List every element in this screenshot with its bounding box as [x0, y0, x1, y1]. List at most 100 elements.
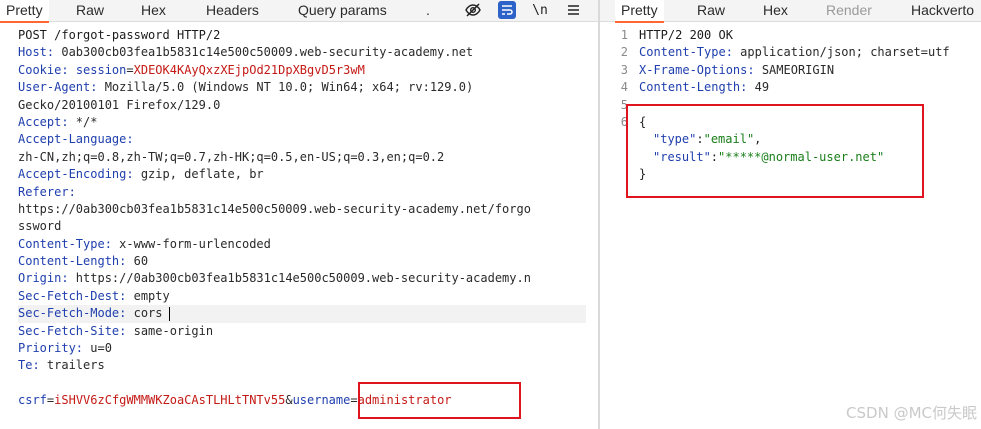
- header-name: Sec-Fetch-Site:: [18, 323, 127, 338]
- header-name: Priority:: [18, 341, 84, 356]
- header-accept-language: Accept-Language:: [18, 131, 586, 148]
- header-name: X-Frame-Options:: [639, 62, 755, 77]
- cookie-name: session: [75, 62, 127, 77]
- wrap-lines-icon[interactable]: [498, 1, 516, 19]
- header-value: 0ab300cb03fea1b5831c14e500c50009.web-sec…: [54, 45, 474, 60]
- response-tab-render[interactable]: Render: [820, 0, 878, 22]
- response-header: X-Frame-Options: SAMEORIGIN: [639, 62, 981, 79]
- param-separator: &: [285, 393, 293, 408]
- header-priority: Priority: u=0: [18, 340, 586, 357]
- header-value: [69, 63, 76, 77]
- header-content-length: Content-Length: 60: [18, 253, 586, 270]
- status-line: HTTP/2 200 OK: [639, 28, 733, 42]
- header-value: cors: [126, 306, 163, 321]
- header-origin: Origin: https://0ab300cb03fea1b5831c14e5…: [18, 270, 586, 287]
- header-name: Accept-Language:: [18, 132, 134, 147]
- header-name: Content-Length:: [639, 80, 748, 95]
- param-name: username: [292, 393, 351, 408]
- json-result-highlight-box: [626, 104, 924, 198]
- header-name: Origin:: [18, 271, 69, 286]
- request-tab-headers[interactable]: Headers: [200, 0, 265, 22]
- header-accept-encoding: Accept-Encoding: gzip, deflate, br: [18, 166, 586, 183]
- header-value: x-www-form-urlencoded: [111, 236, 271, 251]
- header-name: Sec-Fetch-Dest:: [18, 288, 127, 303]
- response-tab-pretty[interactable]: Pretty: [615, 0, 664, 23]
- header-continuation: https://0ab300cb03fea1b5831c14e500c50009…: [18, 201, 586, 218]
- header-value: u=0: [83, 341, 112, 356]
- header-sec-fetch-site: Sec-Fetch-Site: same-origin: [18, 323, 586, 340]
- request-line: POST /forgot-password HTTP/2: [18, 28, 221, 42]
- header-value: empty: [126, 288, 170, 303]
- cookie-eq: =: [126, 62, 134, 77]
- line-number: 6: [620, 114, 628, 129]
- header-value: Gecko/20100101 Firefox/129.0: [18, 97, 221, 112]
- header-value: gzip, deflate, br: [133, 167, 264, 182]
- response-tab-hex[interactable]: Hex: [757, 0, 794, 22]
- response-tab-bar: Pretty Raw Hex Render Hackverto: [600, 0, 981, 23]
- username-highlight-box: [358, 382, 521, 419]
- request-tab-bar: Pretty Raw Hex Headers Query params . \n: [0, 0, 598, 23]
- header-content-type: Content-Type: x-www-form-urlencoded: [18, 236, 586, 253]
- header-continuation: Gecko/20100101 Firefox/129.0: [18, 97, 586, 114]
- request-editor[interactable]: POST /forgot-password HTTP/2 Host: 0ab30…: [18, 27, 586, 410]
- line-number: 3: [620, 62, 628, 77]
- header-name: Content-Type:: [639, 45, 733, 60]
- header-name: Referer:: [18, 184, 76, 199]
- header-value: 60: [126, 254, 149, 269]
- param-name: csrf: [18, 393, 47, 408]
- header-name: Accept:: [18, 114, 69, 129]
- hamburger-menu-icon[interactable]: [563, 0, 583, 20]
- header-referer: Referer:: [18, 184, 586, 201]
- header-name: Sec-Fetch-Mode:: [18, 306, 127, 321]
- header-name: Content-Type:: [18, 236, 112, 251]
- header-value: SAMEORIGIN: [754, 62, 835, 77]
- header-name: User-Agent:: [18, 80, 98, 95]
- header-user-agent: User-Agent: Mozilla/5.0 (Windows NT 10.0…: [18, 79, 586, 96]
- header-value: ssword: [18, 219, 62, 234]
- header-value: 49: [747, 80, 770, 95]
- param-value: iSHVV6zCfgWMMWKZoaCAsTLHLtTNTv55: [54, 393, 286, 408]
- cookie-value: XDEOK4KAyQxzXEjpOd21DpXBgvD5r3wM: [133, 62, 365, 77]
- header-continuation: zh-CN,zh;q=0.8,zh-TW;q=0.7,zh-HK;q=0.5,e…: [18, 149, 586, 166]
- request-tab-query-params[interactable]: Query params: [292, 0, 393, 22]
- header-value: https://0ab300cb03fea1b5831c14e500c50009…: [68, 271, 531, 286]
- line-number: 4: [620, 80, 628, 95]
- header-value: trailers: [39, 358, 105, 373]
- header-value: Mozilla/5.0 (Windows NT 10.0; Win64; x64…: [97, 80, 474, 95]
- header-name: Host:: [18, 45, 55, 60]
- header-name: Cookie:: [18, 62, 69, 77]
- line-number-gutter: 1 2 3 4 5 6: [608, 27, 628, 131]
- request-tab-raw[interactable]: Raw: [70, 0, 110, 22]
- line-number: 5: [620, 97, 628, 112]
- header-cookie: Cookie: session=XDEOK4KAyQxzXEjpOd21DpXB…: [18, 62, 586, 79]
- header-value: same-origin: [126, 323, 214, 338]
- header-name: Accept-Encoding:: [18, 167, 134, 182]
- response-header: Content-Type: application/json; charset=…: [639, 44, 981, 61]
- header-host: Host: 0ab300cb03fea1b5831c14e500c50009.w…: [18, 44, 586, 61]
- request-tab-overflow[interactable]: .: [420, 0, 436, 22]
- response-tab-hackvertor[interactable]: Hackverto: [905, 0, 980, 22]
- header-sec-fetch-mode: Sec-Fetch-Mode: cors: [18, 305, 586, 323]
- request-pane: Pretty Raw Hex Headers Query params . \n…: [0, 0, 598, 429]
- header-value: application/json; charset=utf: [732, 45, 950, 60]
- line-number: 1: [620, 28, 628, 42]
- header-name: Te:: [18, 358, 40, 373]
- header-value: zh-CN,zh;q=0.8,zh-TW;q=0.7,zh-HK;q=0.5,e…: [18, 149, 445, 164]
- header-te: Te: trailers: [18, 357, 586, 374]
- header-value: https://0ab300cb03fea1b5831c14e500c50009…: [18, 201, 531, 216]
- request-tab-hex[interactable]: Hex: [135, 0, 172, 22]
- header-value: */*: [68, 114, 98, 129]
- header-sec-fetch-dest: Sec-Fetch-Dest: empty: [18, 288, 586, 305]
- response-tab-raw[interactable]: Raw: [691, 0, 731, 22]
- header-continuation: ssword: [18, 218, 586, 235]
- text-cursor: [169, 307, 170, 322]
- request-tab-pretty[interactable]: Pretty: [0, 0, 49, 23]
- line-number: 2: [620, 45, 628, 60]
- param-eq: =: [350, 393, 358, 408]
- watermark: CSDN @MC何失眠: [846, 404, 977, 422]
- newline-icon[interactable]: \n: [530, 0, 550, 20]
- eye-slash-icon[interactable]: [463, 0, 483, 20]
- header-accept: Accept: */*: [18, 114, 586, 131]
- response-header: Content-Length: 49: [639, 79, 981, 96]
- header-name: Content-Length:: [18, 254, 127, 269]
